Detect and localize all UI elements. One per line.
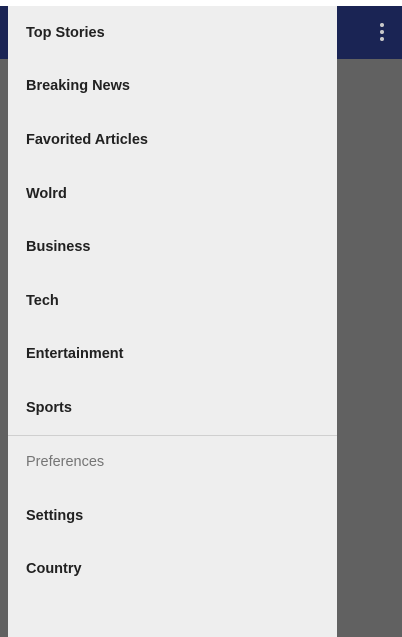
- drawer-item-settings[interactable]: Settings: [8, 489, 337, 543]
- drawer-item-label: Settings: [26, 507, 84, 524]
- screen: Top Stories Breaking News Favorited Arti…: [0, 0, 402, 637]
- overflow-dot: [380, 23, 384, 27]
- more-vert-icon[interactable]: [374, 16, 390, 48]
- overflow-dot: [380, 37, 384, 41]
- drawer-item-label: Sports: [26, 399, 72, 416]
- drawer-item-tech[interactable]: Tech: [8, 274, 337, 328]
- drawer-item-label: Country: [26, 561, 82, 578]
- drawer-item-label: Tech: [26, 292, 59, 309]
- drawer-item-label: Business: [26, 239, 91, 256]
- navigation-drawer: Top Stories Breaking News Favorited Arti…: [8, 6, 337, 637]
- drawer-item-world[interactable]: Wolrd: [8, 167, 337, 221]
- drawer-item-business[interactable]: Business: [8, 220, 337, 274]
- drawer-item-label: Wolrd: [26, 185, 67, 202]
- drawer-item-entertainment[interactable]: Entertainment: [8, 328, 337, 382]
- drawer-item-label: Favorited Articles: [26, 131, 148, 148]
- drawer-item-country[interactable]: Country: [8, 542, 337, 596]
- drawer-item-sports[interactable]: Sports: [8, 381, 337, 435]
- drawer-item-label: Breaking News: [26, 78, 130, 95]
- drawer-item-label: Top Stories: [26, 24, 105, 41]
- drawer-item-breaking-news[interactable]: Breaking News: [8, 60, 337, 114]
- drawer-section-preferences: Preferences: [26, 454, 105, 471]
- drawer-item-top-stories[interactable]: Top Stories: [8, 6, 337, 60]
- drawer-item-label: Entertainment: [26, 346, 124, 363]
- drawer-item-favorited-articles[interactable]: Favorited Articles: [8, 113, 337, 167]
- overflow-dot: [380, 30, 384, 34]
